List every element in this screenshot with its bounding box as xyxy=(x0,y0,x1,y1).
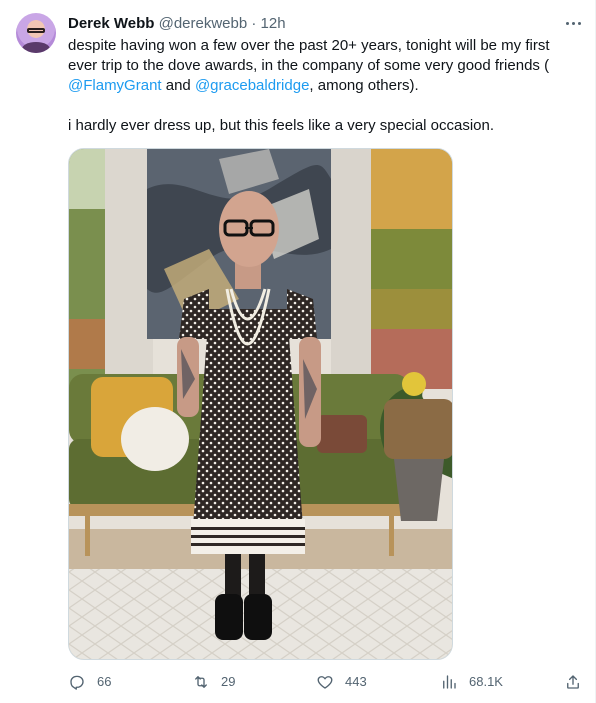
tweet-paragraph-2: i hardly ever dress up, but this feels l… xyxy=(68,117,495,134)
tweet-paragraph-1: despite having won a few over the past 2… xyxy=(68,36,573,96)
tweet-text: despite having won a few over the past 2… xyxy=(68,36,573,136)
mention-flamygrant[interactable]: @FlamyGrant xyxy=(68,77,162,94)
avatar[interactable] xyxy=(16,13,56,53)
share-icon xyxy=(567,675,579,689)
like-button[interactable]: 443 xyxy=(316,672,367,692)
tweet-header: Derek Webb @derekwebb · 12h xyxy=(68,14,286,34)
like-count: 443 xyxy=(345,674,367,689)
retweet-icon xyxy=(195,676,207,688)
views-icon xyxy=(443,675,456,689)
photo-illustration xyxy=(69,149,452,659)
tweet-text-part-3: , among others). xyxy=(309,77,419,94)
reply-count: 66 xyxy=(97,674,112,689)
avatar-shirt xyxy=(22,42,50,53)
views-count: 68.1K xyxy=(469,674,503,689)
author-name[interactable]: Derek Webb xyxy=(68,15,154,32)
heart-icon xyxy=(317,676,333,689)
retweet-button[interactable]: 29 xyxy=(192,672,235,692)
tweet-actions: 66 29 443 68.1K xyxy=(68,672,584,692)
timestamp[interactable]: 12h xyxy=(261,15,286,32)
tweet-text-part-2: and xyxy=(161,77,195,94)
retweet-count: 29 xyxy=(221,674,236,689)
author-handle[interactable]: @derekwebb xyxy=(159,15,248,32)
share-button[interactable] xyxy=(564,672,593,692)
avatar-glasses xyxy=(27,28,45,33)
reply-button[interactable]: 66 xyxy=(68,672,111,692)
tweet-photo[interactable] xyxy=(68,148,453,660)
more-icon[interactable] xyxy=(563,13,583,33)
tweet-text-part-1: despite having won a few over the past 2… xyxy=(68,37,550,74)
tweet[interactable]: Derek Webb @derekwebb · 12h despite havi… xyxy=(0,0,596,703)
separator-dot: · xyxy=(251,15,257,32)
reply-icon xyxy=(70,675,84,690)
views-button[interactable]: 68.1K xyxy=(440,672,503,692)
mention-gracebaldridge[interactable]: @gracebaldridge xyxy=(195,77,309,94)
